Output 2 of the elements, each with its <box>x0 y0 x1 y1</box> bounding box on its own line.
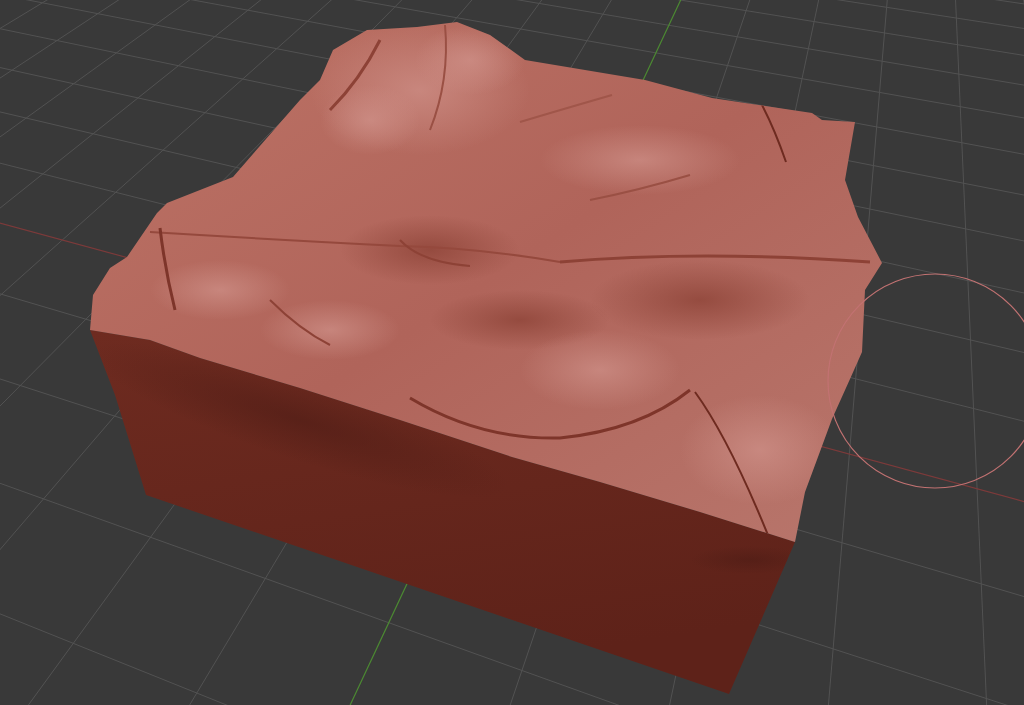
terrain-mesh-drawing[interactable] <box>90 22 882 694</box>
3d-viewport[interactable] <box>0 0 1024 705</box>
